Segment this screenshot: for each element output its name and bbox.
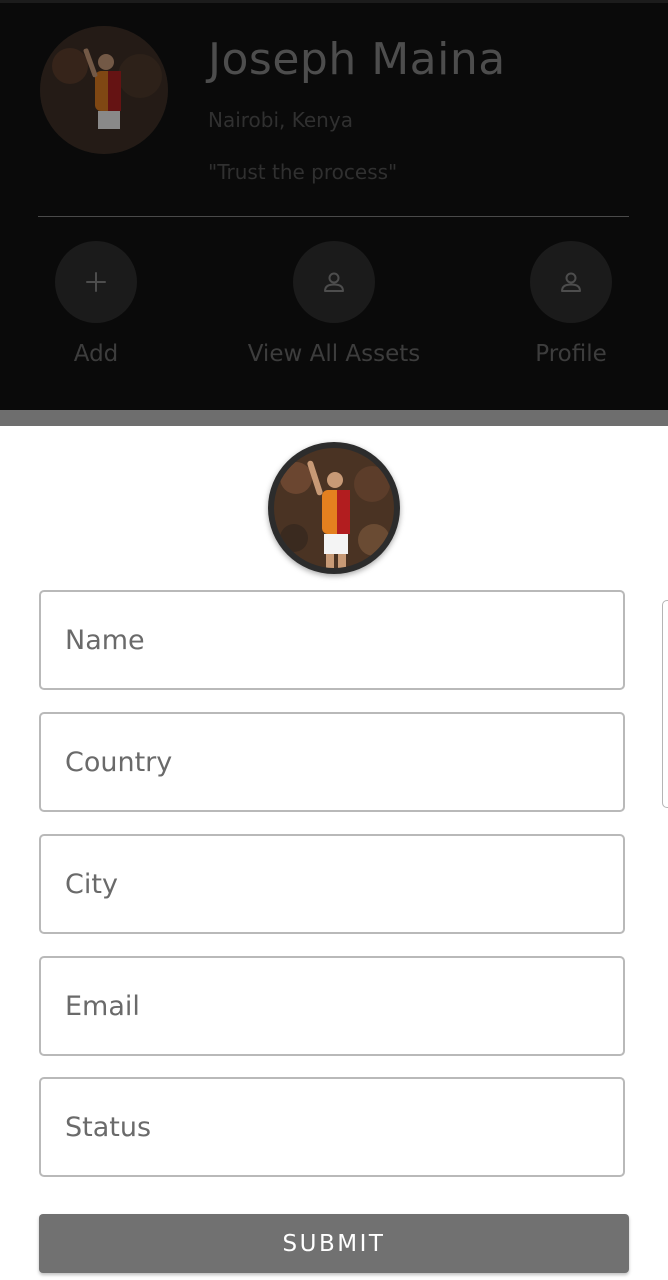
form-avatar[interactable] xyxy=(268,442,400,574)
country-input[interactable] xyxy=(41,714,623,810)
profile-header: Joseph Maina Nairobi, Kenya "Trust the p… xyxy=(0,0,668,410)
person-icon xyxy=(324,272,344,292)
person-icon xyxy=(561,272,581,292)
profile-location: Nairobi, Kenya xyxy=(208,108,353,132)
view-all-assets-label: View All Assets xyxy=(247,341,421,367)
status-input[interactable] xyxy=(41,1079,623,1175)
status-field[interactable] xyxy=(39,1077,625,1177)
sheet-divider xyxy=(0,410,668,426)
city-field[interactable] xyxy=(39,834,625,934)
header-avatar xyxy=(40,26,168,154)
player-photo-icon xyxy=(274,448,394,568)
player-photo-icon xyxy=(40,26,168,154)
profile-name: Joseph Maina xyxy=(208,34,506,85)
profile-action[interactable]: Profile xyxy=(471,241,668,367)
city-input[interactable] xyxy=(41,836,623,932)
add-action[interactable]: Add xyxy=(0,241,196,367)
profile-button[interactable] xyxy=(530,241,612,323)
name-field[interactable] xyxy=(39,590,625,690)
country-field[interactable] xyxy=(39,712,625,812)
add-label: Add xyxy=(73,341,119,367)
plus-icon xyxy=(86,272,106,292)
top-edge xyxy=(0,0,668,3)
profile-form-sheet: SUBMIT xyxy=(0,426,668,1280)
add-button[interactable] xyxy=(55,241,137,323)
header-divider xyxy=(38,216,629,217)
offscreen-field-edge xyxy=(662,600,668,808)
email-field[interactable] xyxy=(39,956,625,1056)
profile-label: Profile xyxy=(535,341,607,367)
profile-quote: "Trust the process" xyxy=(208,160,398,184)
view-all-assets-action[interactable]: View All Assets xyxy=(234,241,434,367)
submit-button[interactable]: SUBMIT xyxy=(39,1214,629,1273)
email-input[interactable] xyxy=(41,958,623,1054)
view-all-assets-button[interactable] xyxy=(293,241,375,323)
name-input[interactable] xyxy=(41,592,623,688)
avatar-photo xyxy=(274,448,394,568)
screen: Joseph Maina Nairobi, Kenya "Trust the p… xyxy=(0,0,668,1280)
